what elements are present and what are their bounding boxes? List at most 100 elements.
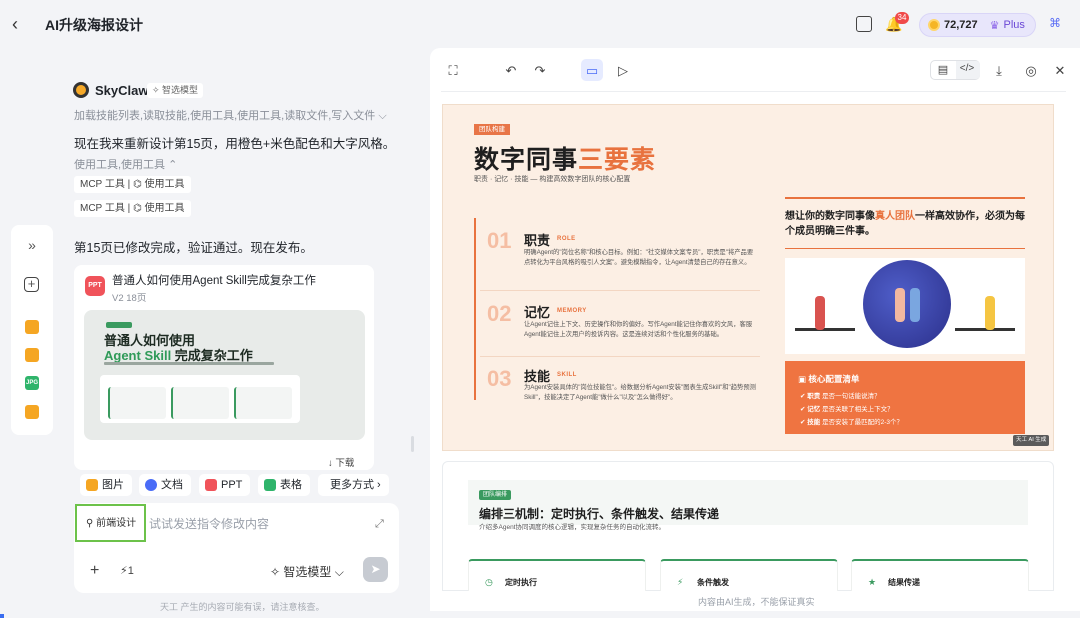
assistant-message: 第15页已修改完成，验证通过。现在发布。 (74, 241, 313, 255)
mechanism-label: 定时执行 (505, 578, 537, 587)
slide-title: 编排三机制：定时执行、条件触发、结果传递 (479, 507, 720, 521)
crown-icon: ♛ (989, 19, 1000, 32)
slide-tag: 团队构建 (474, 124, 510, 135)
tool-summary[interactable]: 使用工具,使用工具 ⌃ (74, 156, 177, 172)
download-button[interactable]: ↓ 下载 (328, 455, 354, 469)
item-number: 03 (487, 366, 512, 391)
model-selector-label: 智选模型 ⌵ (283, 565, 344, 579)
expand-sidebar-icon[interactable]: » (24, 237, 40, 253)
checklist-text: 是否安装了最匹配的2-3个？ (822, 419, 903, 426)
slide-subtitle: 职责 · 记忆 · 技能 — 构建高效数字团队的核心配置 (474, 176, 631, 183)
checklist-title: ▣ 核心配置清单 (798, 374, 860, 384)
item-heading: 职责 (524, 233, 551, 248)
ppt-file-icon: PPT (85, 276, 105, 296)
attach-label: 表格 (280, 479, 302, 491)
checklist-text: 是否一句话能说清？ (822, 393, 881, 400)
undo-icon[interactable]: ↶ (503, 63, 519, 79)
thumb-column (234, 387, 292, 419)
attach-sheet-button[interactable]: 表格 (258, 474, 310, 496)
new-chat-icon[interactable]: + (24, 277, 39, 292)
thumb-subtitle-bar (104, 362, 274, 365)
item-english: ROLE (557, 236, 576, 242)
attach-image-button[interactable]: 图片 (80, 474, 132, 496)
desk-graphic (795, 328, 855, 331)
top-bar (0, 0, 1080, 48)
checklist-text: 是否关联了相关上下文？ (822, 406, 894, 413)
code-view-icon: </> (959, 63, 975, 74)
mechanism-label: 结果传递 (888, 578, 920, 587)
download-icon[interactable]: ⤓ (991, 63, 1007, 79)
back-icon[interactable]: ‹ (12, 14, 30, 34)
item-english: MEMORY (557, 308, 587, 314)
item-description: 为Agent安装具体的"岗位技能包"。给数据分析Agent安装"图表生成Skil… (524, 384, 756, 401)
compass-icon[interactable]: ◎ (1023, 63, 1039, 79)
layout-switch-icon[interactable]: ⌘ (1048, 16, 1062, 30)
slide-tag: 团队编排 (479, 490, 512, 500)
fullscreen-icon[interactable]: ⛶ (445, 63, 461, 79)
mode-chip-label: ⚲ 前端设计 (86, 518, 137, 529)
tool-summary[interactable]: 加载技能列表,读取技能,使用工具,使用工具,读取文件,写入文件 ⌵ (74, 107, 387, 123)
ppt-icon (205, 479, 217, 491)
credits-badge[interactable]: 72,727 ♛ Plus (919, 13, 1036, 37)
panel-divider (441, 91, 1066, 92)
item-number: 02 (487, 301, 512, 326)
mode-name: 前端设计 (96, 518, 137, 529)
image-file-icon[interactable] (25, 405, 39, 419)
globe-graphic (863, 260, 951, 348)
send-button[interactable]: ➤ (363, 557, 388, 582)
redo-icon[interactable]: ↷ (532, 63, 548, 79)
model-tag: ✧ 智选模型 (147, 83, 204, 98)
expand-icon[interactable]: ⤢ (375, 518, 384, 531)
plan-label: Plus (1003, 19, 1025, 31)
person-graphic (895, 288, 905, 322)
accent-line (785, 248, 1025, 249)
close-icon[interactable]: ✕ (1052, 63, 1068, 79)
mechanism-label: 条件触发 (697, 578, 729, 587)
model-tag-label: 智选模型 (162, 85, 199, 95)
attach-ppt-button[interactable]: PPT (199, 474, 251, 496)
skill-count-value: 1 (127, 565, 134, 577)
attach-doc-button[interactable]: 文档 (139, 474, 191, 496)
assistant-message: 现在我来重新设计第15页，用橙色+米色配色和大字风格。 (74, 137, 396, 151)
image-file-icon[interactable] (25, 348, 39, 362)
doc-icon (145, 479, 157, 491)
attach-label: 图片 (102, 479, 124, 491)
attach-label: PPT (221, 479, 243, 491)
checklist-item: ✔ 记忆 是否关联了相关上下文？ (800, 406, 894, 413)
sheet-icon (264, 479, 276, 491)
tool-chip[interactable]: MCP 工具 | ⌬ 使用工具 (74, 176, 191, 193)
ppt-thumbnail[interactable]: 普通人如何使用 Agent Skill 完成复杂工作 (84, 310, 365, 440)
person-graphic (815, 296, 825, 330)
image-file-icon[interactable] (25, 320, 39, 334)
ppt-card-title[interactable]: 普通人如何使用Agent Skill完成复杂工作 (112, 272, 316, 288)
message-input[interactable]: 试试发送指令修改内容 (149, 515, 269, 532)
tool-chip-action: 使用工具 (144, 179, 185, 190)
callout-accent: 真人团队 (875, 211, 915, 222)
person-graphic (985, 296, 995, 330)
item-number: 01 (487, 228, 512, 253)
more-methods-button[interactable]: 更多方式 › (318, 474, 389, 496)
tool-chip[interactable]: MCP 工具 | ⌬ 使用工具 (74, 200, 191, 217)
item-heading: 记忆 (524, 305, 551, 320)
checklist-key: 职责 (807, 393, 821, 400)
item-description: 明确Agent的"岗位名称"和核心目标。例如："社交媒体文案专员"，职责是"将产… (524, 249, 754, 266)
jpg-file-icon[interactable]: JPG (25, 376, 39, 390)
thumb-title-rest: 完成复杂工作 (171, 348, 253, 363)
item-separator (480, 356, 760, 357)
model-selector[interactable]: ✧ 智选模型 ⌵ (270, 563, 344, 580)
thumb-content-box (100, 375, 300, 423)
accent-line (785, 197, 1025, 199)
add-icon[interactable]: + (90, 562, 99, 580)
slide-callout: 想让你的数字同事像真人团队一样高效协作，必须为每个成员明确三件事。 (785, 209, 1025, 239)
play-icon[interactable]: ▷ (615, 63, 631, 79)
page-title: AI升级海报设计 (45, 17, 143, 33)
checklist-item: ✔ 技能 是否安装了最匹配的2-3个？ (800, 419, 903, 426)
bot-avatar (73, 82, 89, 98)
resize-handle[interactable] (411, 436, 414, 452)
checklist-item: ✔ 职责 是否一句话能说清？ (800, 393, 881, 400)
skill-count[interactable]: ⚡1 (120, 564, 134, 577)
preview-disclaimer: 内容由AI生成，不能保证真实 (698, 597, 815, 607)
attach-label: 更多方式 › (330, 479, 381, 491)
share-icon[interactable] (856, 16, 872, 32)
bot-name: SkyClaw (95, 83, 149, 98)
